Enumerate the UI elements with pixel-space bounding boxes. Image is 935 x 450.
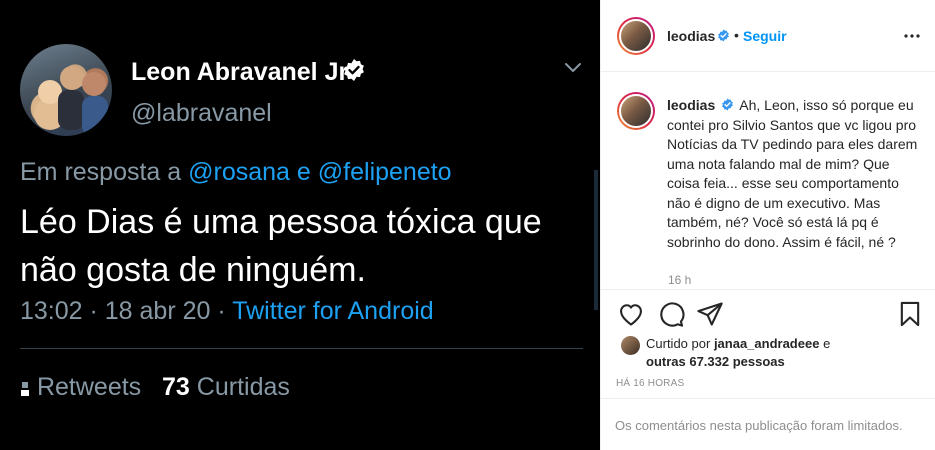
action-bar — [601, 290, 935, 338]
caption-body: Ah, Leon, isso só porque eu contei pro S… — [667, 97, 918, 250]
verified-badge-icon — [344, 59, 364, 81]
reply-joiner: e — [296, 158, 311, 186]
mention-felipeneto: @felipeneto — [317, 158, 452, 186]
liked-by-prefix: Curtido por — [646, 336, 711, 351]
comment-icon[interactable] — [657, 300, 685, 328]
author-username[interactable]: leodias — [667, 28, 715, 44]
comments-limited-text: Os comentários nesta publicação foram li… — [615, 418, 903, 433]
likes-count: 73 — [162, 373, 190, 401]
retweets-label: Retweets — [36, 373, 142, 401]
caption-comment: leodias Ah, Leon, isso só porque eu cont… — [601, 72, 935, 290]
caption-username[interactable]: leodias — [667, 97, 715, 113]
comments-limited-notice: Os comentários nesta publicação foram li… — [601, 398, 935, 450]
tweet-author-name[interactable]: Leon Abravanel Jr — [131, 58, 348, 87]
post-image-tweet: Leon Abravanel Jr @labravanel Em respost… — [0, 0, 600, 450]
share-icon[interactable] — [696, 300, 724, 328]
bookmark-icon[interactable] — [896, 300, 924, 328]
liked-by-joiner: e — [823, 336, 831, 351]
caption-age[interactable]: 16 h — [668, 273, 691, 287]
tweet-stats: Retweets 73 Curtidas — [20, 373, 290, 402]
liked-by-others[interactable]: outras 67.332 pessoas — [646, 354, 785, 369]
caption-avatar[interactable] — [617, 92, 655, 130]
tweet-text: Léo Dias é uma pessoa tóxica que não gos… — [20, 203, 542, 289]
caption-text: leodias Ah, Leon, isso só porque eu cont… — [667, 96, 925, 252]
tweet-meta: 13:02 · 18 abr 20 · Twitter for Android — [20, 297, 434, 326]
retweet-count-icon — [21, 382, 29, 396]
heart-icon[interactable] — [617, 300, 645, 328]
mention-rosana: @rosana — [188, 158, 290, 186]
post-timestamp[interactable]: HÁ 16 HORAS — [616, 378, 684, 389]
liker-avatar[interactable] — [621, 336, 640, 355]
tweet-author-handle[interactable]: @labravanel — [131, 99, 272, 128]
post-header: leodias • Seguir — [601, 0, 935, 72]
tweet-time: 13:02 · 18 abr 20 · — [20, 297, 226, 325]
tweet-avatar — [20, 44, 112, 136]
verified-badge-icon — [722, 98, 734, 111]
header-separator: • — [734, 27, 739, 43]
likes-summary: Curtido por janaa_andradeee e outras 67.… — [617, 334, 927, 374]
reply-prefix: Em resposta a — [20, 158, 182, 186]
liked-by-line: Curtido por janaa_andradeee e — [646, 336, 830, 351]
chevron-down-icon — [565, 63, 581, 73]
tweet-source: Twitter for Android — [232, 297, 434, 325]
liked-by-user[interactable]: janaa_andradeee — [714, 336, 820, 351]
tweet-reply-context: Em resposta a @rosana e @felipeneto — [20, 158, 452, 187]
tweet-divider — [20, 348, 583, 349]
follow-button[interactable]: Seguir — [743, 28, 787, 44]
likes-label: Curtidas — [196, 373, 290, 401]
tweet-scroll-indicator — [594, 170, 598, 310]
verified-badge-icon — [718, 29, 729, 42]
more-horizontal-icon[interactable] — [903, 28, 921, 44]
author-avatar[interactable] — [617, 17, 655, 55]
